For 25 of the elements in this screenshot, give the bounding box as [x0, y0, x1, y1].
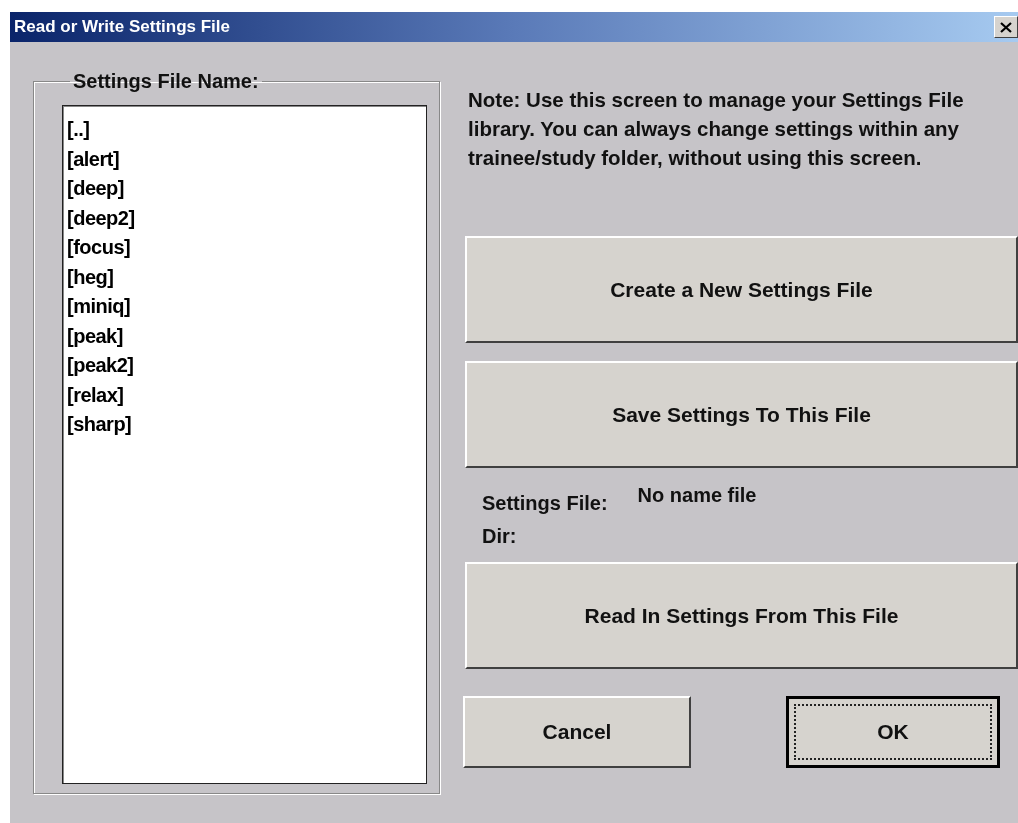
list-item[interactable]: [deep2] [67, 203, 137, 233]
note-text: Note: Use this screen to manage your Settings File library. You can always change settings within any trainee/study folder, without using this screen. [468, 87, 965, 171]
list-item[interactable]: [heg] [67, 262, 116, 292]
group-label: Settings File Name: [72, 70, 260, 93]
close-button[interactable] [994, 16, 1018, 38]
list-item[interactable]: [relax] [67, 380, 126, 410]
window-title: Read or Write Settings File [14, 17, 230, 37]
dir-label: Dir: [482, 525, 517, 548]
list-item[interactable]: [peak2] [67, 351, 136, 381]
create-button[interactable]: Create a New Settings File [465, 236, 1018, 343]
read-button[interactable]: Read In Settings From This File [465, 562, 1018, 669]
list-item[interactable]: [alert] [67, 144, 122, 174]
list-item[interactable]: [miniq] [67, 292, 133, 322]
settings-file-label: Settings File: [482, 492, 608, 515]
list-item[interactable]: [sharp] [67, 410, 134, 440]
settings-file-value: No name file [637, 484, 757, 508]
save-button[interactable]: Save Settings To This File [465, 361, 1018, 468]
list-item[interactable]: [peak] [67, 321, 125, 351]
list-item[interactable]: [deep] [67, 174, 126, 204]
file-list[interactable]: [..] [alert] [deep] [deep2] [focus] [heg] [miniq] [peak] [peak2] [relax] [sharp] [62, 105, 427, 784]
ok-button[interactable]: OK [786, 696, 1000, 768]
list-item[interactable]: [focus] [67, 233, 133, 263]
close-icon [1000, 21, 1012, 33]
cancel-button[interactable]: Cancel [463, 696, 691, 768]
list-item[interactable]: [..] [67, 115, 92, 145]
